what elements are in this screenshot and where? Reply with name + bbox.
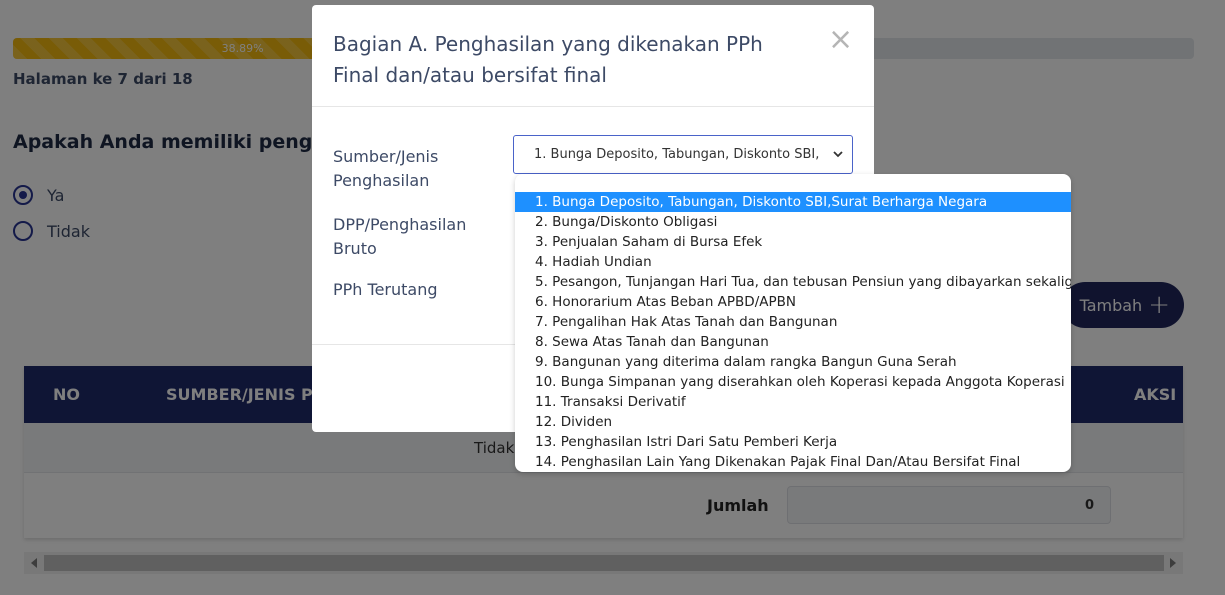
option-item[interactable]: 9. Bangunan yang diterima dalam rangka B… (515, 352, 1071, 372)
modal-title: Bagian A. Penghasilan yang dikenakan PPh… (333, 32, 763, 87)
dpp-label: DPP/Penghasilan Bruto (333, 215, 467, 258)
option-item[interactable]: 1. Bunga Deposito, Tabungan, Diskonto SB… (515, 192, 1071, 212)
option-item[interactable]: 10. Bunga Simpanan yang diserahkan oleh … (515, 372, 1071, 392)
pph-label: PPh Terutang (333, 280, 438, 299)
option-item[interactable]: 12. Dividen (515, 412, 1071, 432)
option-item[interactable]: 3. Penjualan Saham di Bursa Efek (515, 232, 1071, 252)
source-label: Sumber/Jenis Penghasilan (333, 147, 439, 190)
option-item[interactable]: 14. Penghasilan Lain Yang Dikenakan Paja… (515, 452, 1071, 472)
option-item[interactable]: 6. Honorarium Atas Beban APBD/APBN (515, 292, 1071, 312)
source-options-list: 1. Bunga Deposito, Tabungan, Diskonto SB… (515, 174, 1071, 472)
option-item[interactable]: 13. Penghasilan Istri Dari Satu Pemberi … (515, 432, 1071, 452)
option-item[interactable]: 7. Pengalihan Hak Atas Tanah dan Banguna… (515, 312, 1071, 332)
option-item[interactable]: 11. Transaksi Derivatif (515, 392, 1071, 412)
option-item[interactable]: 4. Hadiah Undian (515, 252, 1071, 272)
option-item[interactable]: 8. Sewa Atas Tanah dan Bangunan (515, 332, 1071, 352)
chevron-down-icon[interactable] (832, 148, 844, 160)
modal-header-divider (312, 106, 874, 107)
option-item[interactable]: 5. Pesangon, Tunjangan Hari Tua, dan teb… (515, 272, 1071, 292)
close-icon[interactable]: × (828, 25, 853, 55)
option-item[interactable]: 2. Bunga/Diskonto Obligasi (515, 212, 1071, 232)
source-select-value: 1. Bunga Deposito, Tabungan, Diskonto SB… (534, 147, 820, 162)
source-select[interactable]: 1. Bunga Deposito, Tabungan, Diskonto SB… (513, 135, 853, 174)
